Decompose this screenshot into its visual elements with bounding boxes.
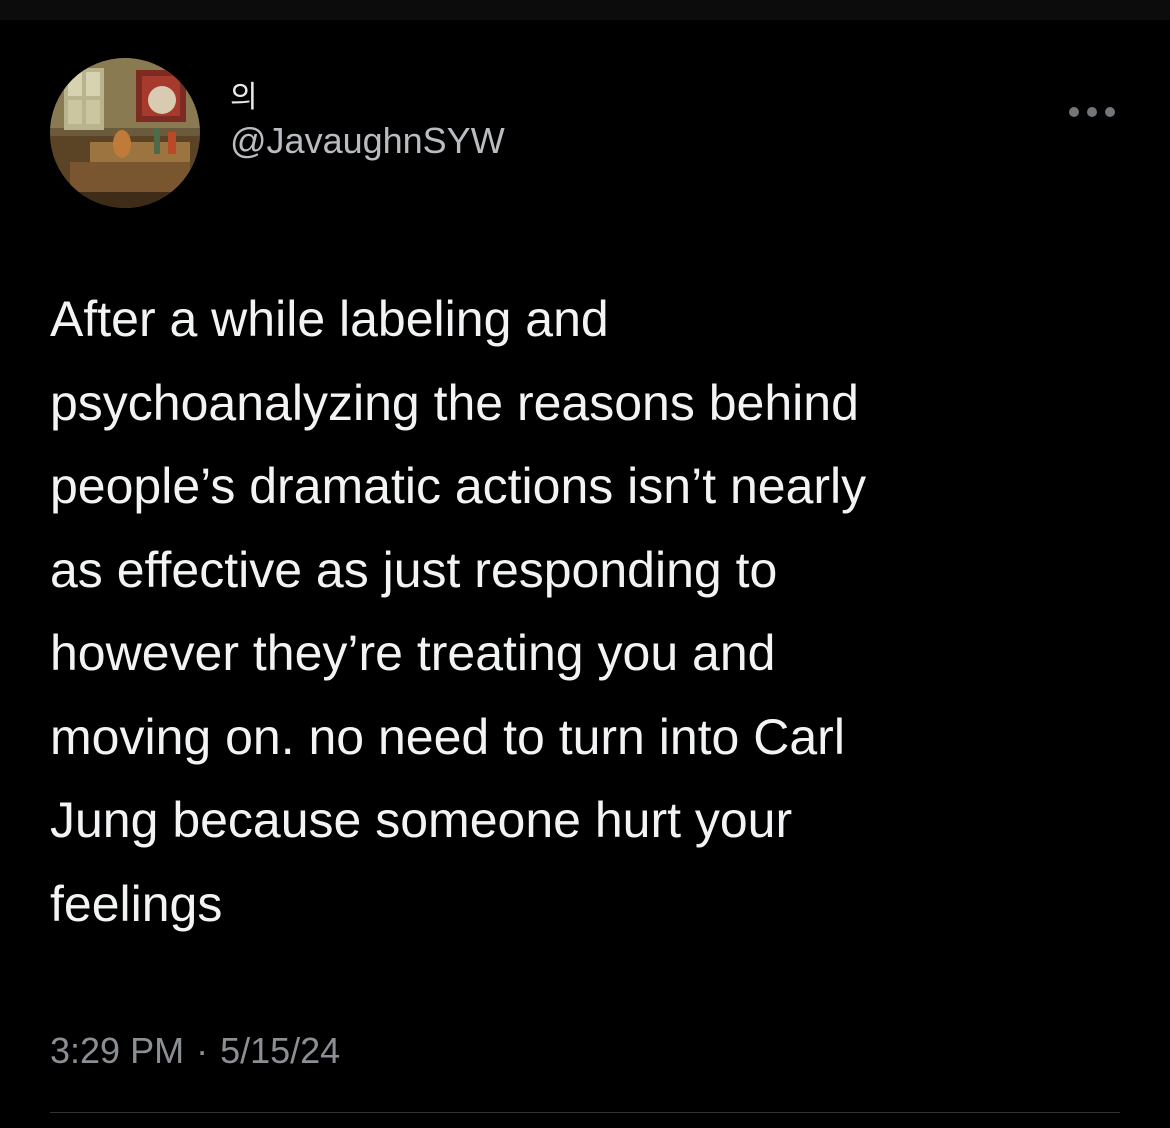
- tweet: 의 @JavaughnSYW After a while labeling an…: [0, 20, 1170, 1128]
- more-horizontal-icon: [1069, 107, 1115, 117]
- avatar[interactable]: [50, 58, 200, 208]
- avatar-painting-image: [50, 58, 200, 208]
- display-name[interactable]: 의: [230, 80, 505, 116]
- author-names: 의 @JavaughnSYW: [230, 80, 505, 162]
- divider: [50, 1112, 1120, 1113]
- tweet-date[interactable]: 5/15/24: [220, 1030, 340, 1071]
- tweet-header: 의 @JavaughnSYW: [50, 58, 1120, 208]
- top-edge-strip: [0, 0, 1170, 20]
- more-options-button[interactable]: [1064, 100, 1120, 124]
- meta-separator: ·: [196, 1030, 209, 1071]
- tweet-time[interactable]: 3:29 PM: [50, 1030, 184, 1071]
- username-handle[interactable]: @JavaughnSYW: [230, 120, 505, 162]
- tweet-text: After a while labeling and psychoanalyzi…: [50, 291, 867, 932]
- tweet-timestamp: 3:29 PM · 5/15/24: [50, 1030, 340, 1072]
